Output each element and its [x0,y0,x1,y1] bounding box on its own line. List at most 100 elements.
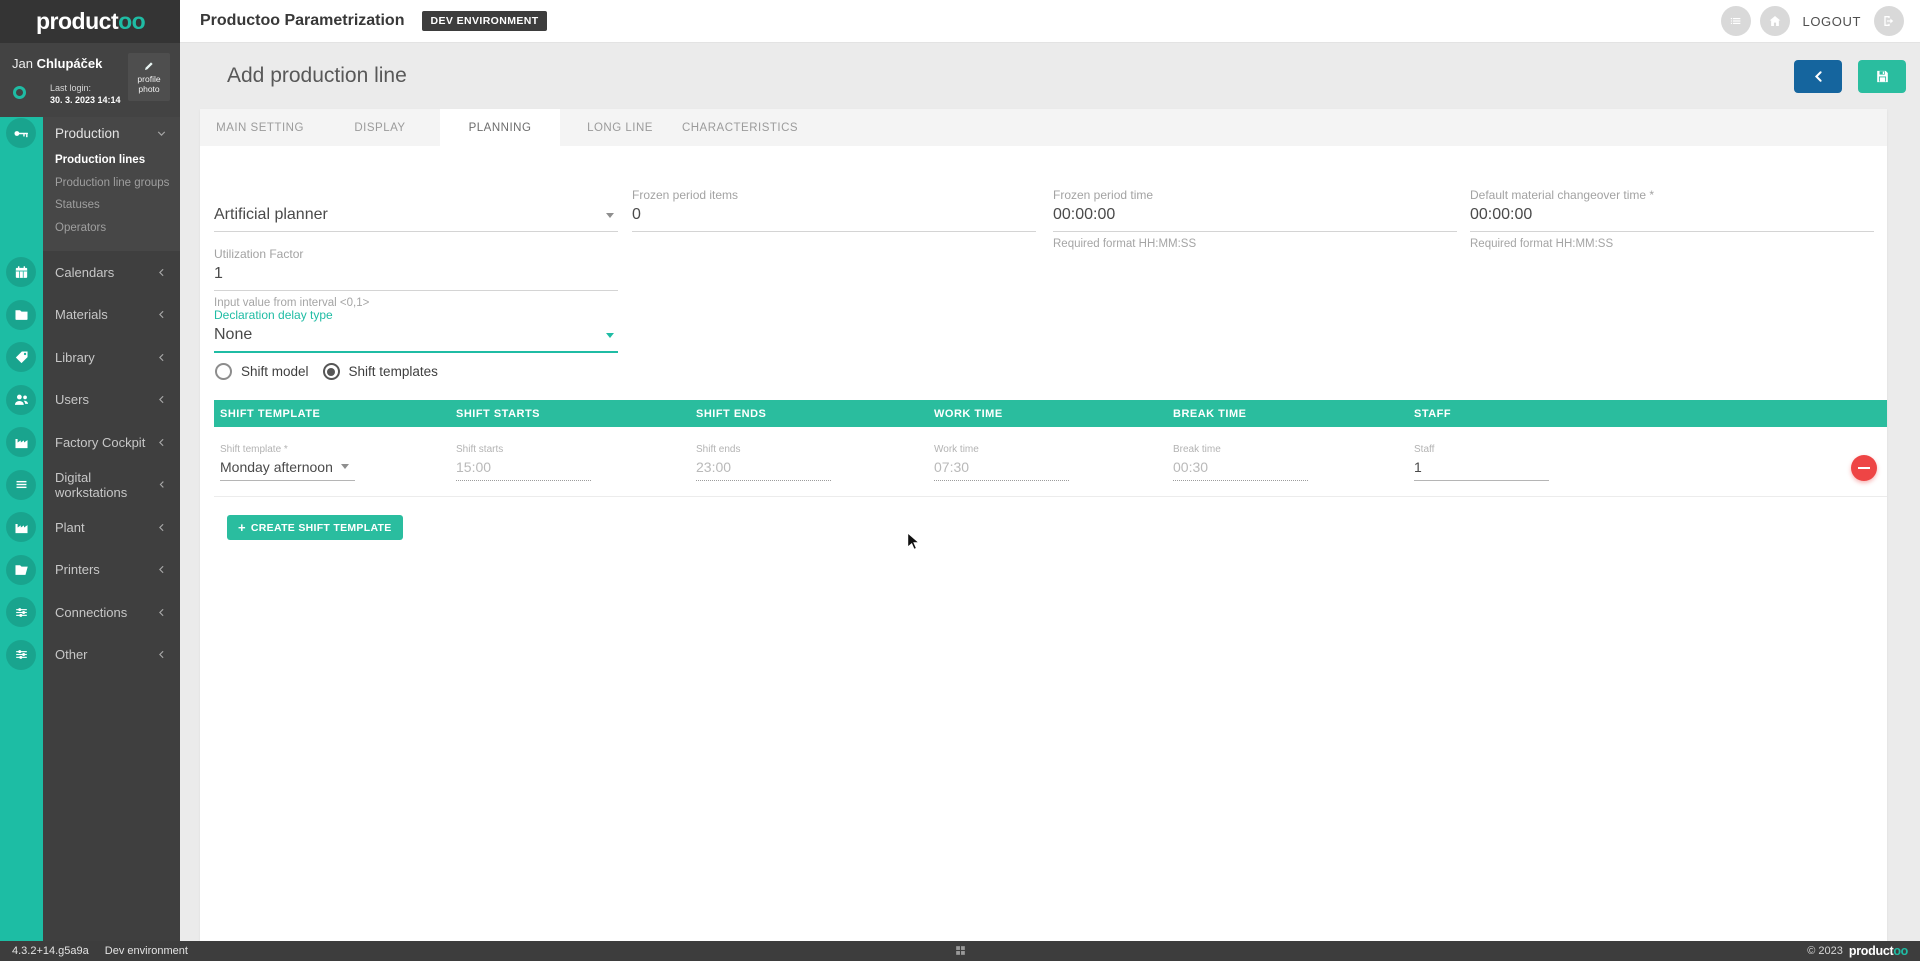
footer: 4.3.2+14.g5a9a Dev environment © 2023 pr… [0,941,1920,961]
sidebar-item-other[interactable]: Other [0,634,180,677]
chevron-down-icon [606,333,614,338]
declaration-delay-type-select[interactable]: Declaration delay type None [214,308,618,353]
save-icon [1874,68,1891,85]
version-label: 4.3.2+14.g5a9a [12,945,89,957]
sidebar-item-printers[interactable]: Printers [0,549,180,592]
folder-icon [6,300,36,330]
remove-row-button[interactable] [1851,455,1877,481]
sidebar-item-materials[interactable]: Materials [0,294,180,337]
sidebar-item-production[interactable]: Production [0,117,180,149]
sidebar-item-users[interactable]: Users [0,379,180,422]
col-break-time: BREAK TIME [1173,408,1414,420]
footer-brand-logo: productoo [1849,944,1908,958]
shift-ends-value: 23:00 [696,459,831,481]
chevron-left-icon [155,436,168,449]
radio-shift-model[interactable]: Shift model [215,363,309,380]
production-subnav: Production lines Production line groups … [0,149,180,239]
chevron-left-icon [155,266,168,279]
menu-icon [1728,13,1744,29]
col-shift-template: SHIFT TEMPLATE [214,408,456,420]
status-ring-icon [13,86,26,99]
back-button[interactable] [1794,60,1842,93]
sidebar-subitem-statuses[interactable]: Statuses [0,194,180,217]
home-button[interactable] [1760,6,1790,36]
power-button[interactable] [1874,6,1904,36]
tab-display[interactable]: DISPLAY [320,109,440,146]
sidebar-subitem-production-lines[interactable]: Production lines [0,149,180,172]
sidebar-item-plant[interactable]: Plant [0,506,180,549]
header-actions: LOGOUT [1721,6,1905,36]
plus-icon: + [238,520,246,535]
sidebar-sections: Calendars Materials Library [0,251,180,676]
radio-icon [323,363,340,380]
create-shift-template-button[interactable]: + CREATE SHIFT TEMPLATE [227,515,403,540]
break-time-value: 00:30 [1173,459,1308,481]
main-content: Add production line MAIN SETTING DISPLAY… [180,43,1920,941]
frozen-period-items-field[interactable]: Frozen period items 0 [632,188,1036,232]
folder-open-icon [6,555,36,585]
save-button[interactable] [1858,60,1906,93]
chevron-down-icon [606,213,614,218]
chevron-left-icon [155,648,168,661]
logout-button[interactable]: LOGOUT [1803,14,1862,29]
list-icon [6,470,36,500]
chevron-down-icon [155,127,168,140]
grid-icon [954,944,967,957]
page-head: Add production line [180,43,1920,109]
user-section: Jan Chlupáček Last login: 30. 3. 2023 14… [0,43,180,117]
profile-photo-edit[interactable]: profile photo [128,53,170,101]
tab-main-setting[interactable]: MAIN SETTING [200,109,320,146]
tab-bar: MAIN SETTING DISPLAY PLANNING LONG LINE … [200,109,1887,146]
sidebar-item-connections[interactable]: Connections [0,591,180,634]
calendar-icon [6,257,36,287]
chevron-left-icon [155,521,168,534]
chevron-down-icon [341,464,349,469]
sidebar-subitem-production-line-groups[interactable]: Production line groups [0,172,180,195]
home-icon [1767,13,1783,29]
sidebar-item-library[interactable]: Library [0,336,180,379]
shift-templates-table: SHIFT TEMPLATE SHIFT STARTS SHIFT ENDS W… [214,400,1887,497]
col-staff: STAFF [1414,408,1887,420]
shift-template-select[interactable]: Monday afternoon [220,459,355,481]
tag-icon [6,342,36,372]
default-material-changeover-time-field[interactable]: Default material changeover time * 00:00… [1470,188,1874,250]
artificial-planner-select[interactable]: Artificial planner [214,188,618,232]
col-shift-starts: SHIFT STARTS [456,408,696,420]
shift-ends-cell: Shift ends 23:00 [696,427,934,496]
factory-icon [6,427,36,457]
radio-shift-templates[interactable]: Shift templates [323,363,438,380]
shift-starts-cell: Shift starts 15:00 [456,427,696,496]
table-header: SHIFT TEMPLATE SHIFT STARTS SHIFT ENDS W… [214,400,1887,427]
tab-planning[interactable]: PLANNING [440,109,560,146]
chevron-left-icon [155,563,168,576]
tab-characteristics[interactable]: CHARACTERISTICS [680,109,800,146]
menu-button[interactable] [1721,6,1751,36]
last-login: Last login: 30. 3. 2023 14:14 [50,82,121,106]
users-icon [6,385,36,415]
power-icon [1881,13,1897,29]
utilization-factor-field[interactable]: Utilization Factor 1 Input value from in… [214,247,618,309]
app-root: productoo Productoo Parametrization DEV … [0,0,1920,961]
sidebar-item-calendars[interactable]: Calendars [0,251,180,294]
sidebar-subitem-operators[interactable]: Operators [0,217,180,240]
work-time-cell: Work time 07:30 [934,427,1173,496]
frozen-period-time-field[interactable]: Frozen period time 00:00:00 Required for… [1053,188,1457,250]
factory-icon [6,512,36,542]
chevron-left-icon [155,393,168,406]
sidebar-item-factory-cockpit[interactable]: Factory Cockpit [0,421,180,464]
col-shift-ends: SHIFT ENDS [696,408,934,420]
tab-long-line[interactable]: LONG LINE [560,109,680,146]
environment-badge: DEV ENVIRONMENT [422,11,546,31]
staff-input[interactable]: 1 [1414,459,1549,481]
grid-button[interactable] [953,944,967,958]
radio-icon [215,363,232,380]
sidebar-item-digital-workstations[interactable]: Digital workstations [0,464,180,507]
top-header: Productoo Parametrization DEV ENVIRONMEN… [180,0,1920,43]
environment-label: Dev environment [105,945,188,957]
brand-logo[interactable]: productoo [0,0,180,43]
sliders-icon [6,597,36,627]
key-icon [6,118,36,148]
shift-template-cell: Shift template * Monday afternoon [214,427,456,496]
production-group: Production Production lines Production l… [0,117,180,251]
col-work-time: WORK TIME [934,408,1173,420]
